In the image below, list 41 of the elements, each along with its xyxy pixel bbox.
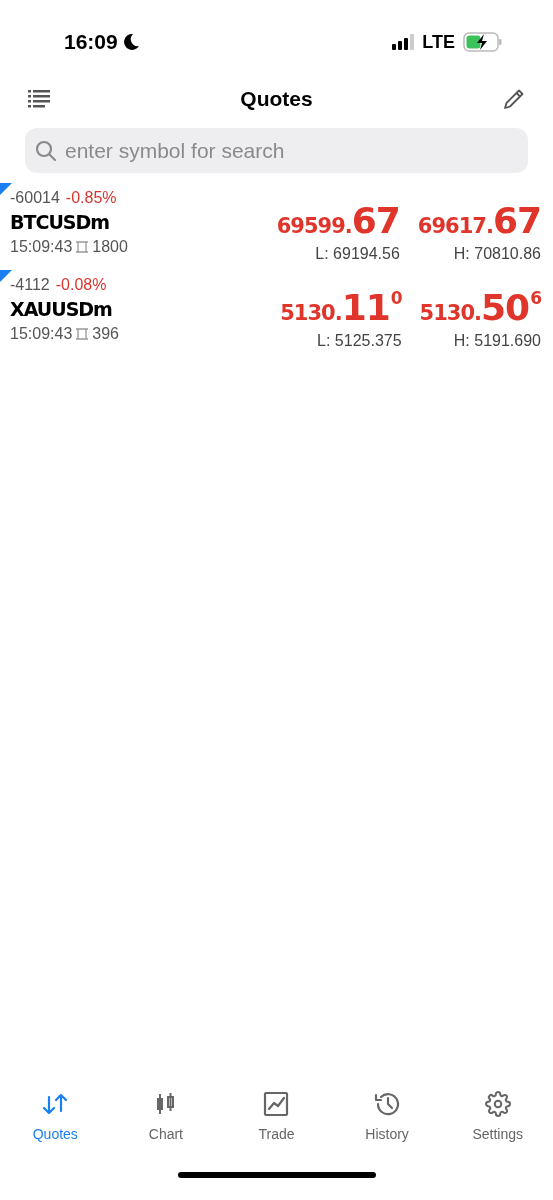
tab-bar-item[interactable]: Chart <box>110 1090 222 1166</box>
settings-icon <box>484 1091 511 1117</box>
moon-icon <box>121 33 140 51</box>
network-label: LTE <box>422 30 455 54</box>
quote-time: 15:09:43 <box>10 324 73 344</box>
spread-icon <box>75 327 90 341</box>
quote-time: 15:09:43 <box>10 237 73 257</box>
search-field[interactable]: enter symbol for search <box>25 128 528 173</box>
high-price: H: 5191.690 <box>453 331 541 351</box>
change-percent: -0.85% <box>65 188 117 208</box>
tab-bar-item[interactable]: Trade <box>221 1090 332 1166</box>
list-icon[interactable] <box>28 89 50 109</box>
spread-icon <box>75 240 90 254</box>
spread-value: 1800 <box>92 237 128 257</box>
line-chart-icon <box>263 1091 290 1117</box>
candlestick-icon <box>154 1092 177 1116</box>
low-price: L: 5125.375 <box>317 331 402 351</box>
change-points: -60014 <box>10 188 60 208</box>
change-percent: -0.08% <box>55 275 107 295</box>
search-icon <box>35 140 57 162</box>
history-icon <box>373 1091 402 1117</box>
pencil-icon[interactable] <box>503 88 525 110</box>
spread-value: 396 <box>92 324 119 344</box>
corner-marker-icon <box>0 270 12 282</box>
up-down-arrows-icon <box>42 1092 69 1116</box>
signal-icon <box>392 34 415 50</box>
tab-bar-item[interactable]: History <box>331 1090 443 1166</box>
tab-bar-item[interactable]: Quotes <box>0 1090 111 1166</box>
status-time: 16:09 <box>64 29 118 56</box>
corner-marker-icon <box>0 183 12 195</box>
symbol-name: BTCUSDm <box>10 210 111 235</box>
ask-price: 69617.67 <box>417 203 541 239</box>
symbol-name: XAUUSDm <box>10 297 113 322</box>
charging-battery-icon <box>463 32 503 52</box>
quote-row[interactable]: -60014 -0.85% BTCUSDm 15:09:43 1800 69599.67 L: 69194.56 69617.67 H: 70810.86 <box>0 183 553 270</box>
high-price: H: 70810.86 <box>453 244 541 264</box>
low-price: L: 69194.56 <box>315 244 400 264</box>
change-points: -4112 <box>10 275 50 295</box>
page-title: Quotes <box>240 86 313 113</box>
bid-price: 69599.67 <box>276 203 400 239</box>
tab-bar-item[interactable]: Settings <box>442 1090 553 1166</box>
